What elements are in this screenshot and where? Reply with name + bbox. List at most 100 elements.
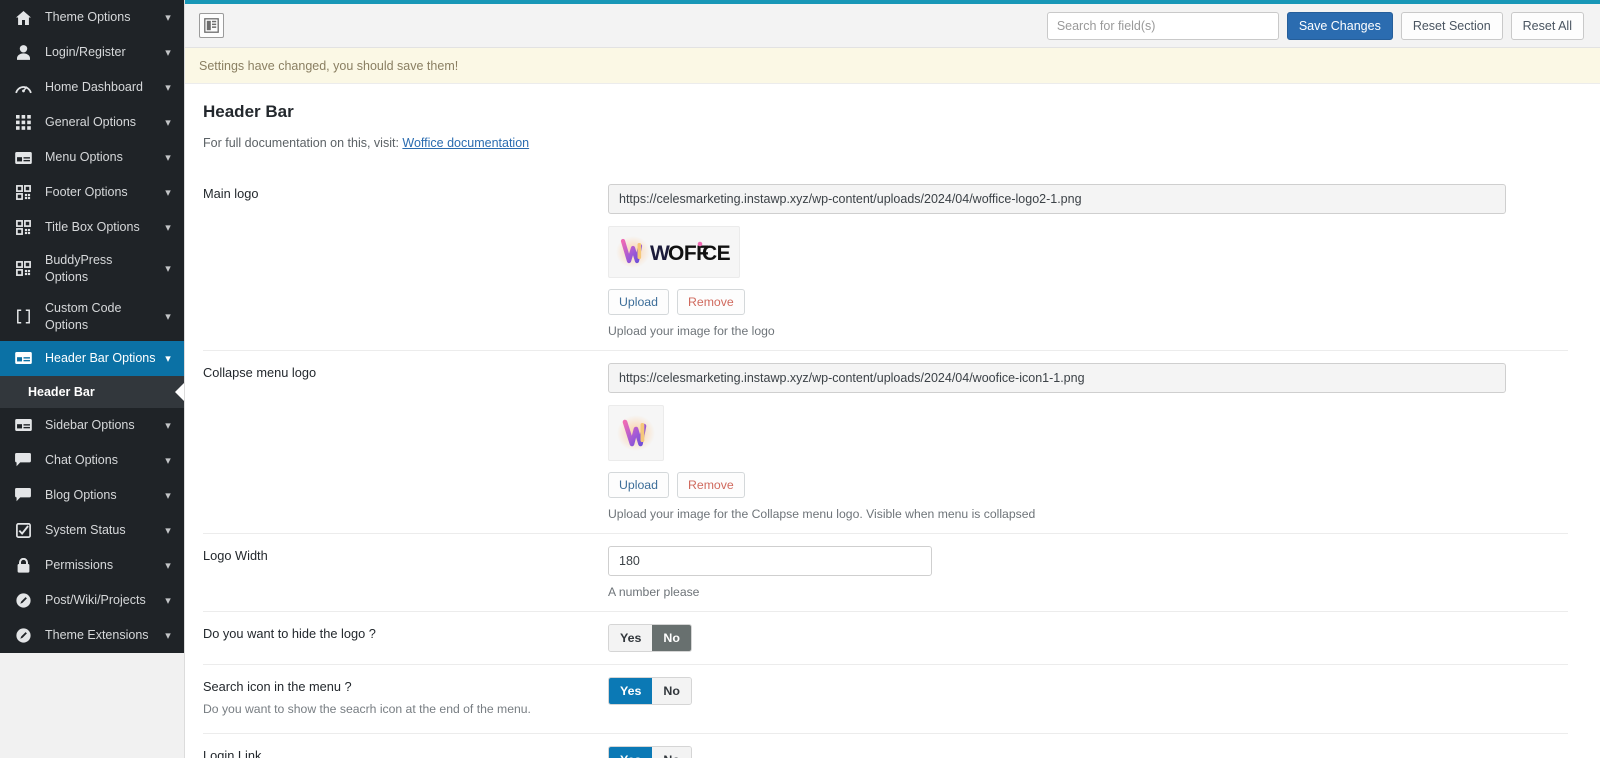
field-label-cell: Login Link If the page is accessible do … <box>203 733 608 758</box>
blocks-icon <box>14 261 32 277</box>
sidebar-item-post-wiki-projects[interactable]: Post/Wiki/Projects ▾ <box>0 583 184 618</box>
documentation-note: For full documentation on this, visit: W… <box>203 136 1568 150</box>
sidebar-item-header-bar-options[interactable]: Header Bar Options ▾ <box>0 340 184 376</box>
topbar-actions: Save Changes Reset Section Reset All <box>1046 11 1584 40</box>
chevron-down-icon[interactable]: ▾ <box>162 454 174 467</box>
login-link-toggle[interactable]: Yes No <box>608 745 692 758</box>
sidebar-subitem-label: Header Bar <box>28 384 95 399</box>
documentation-note-prefix: For full documentation on this, visit: <box>203 136 403 150</box>
sidebar-item-label: Footer Options <box>45 185 128 200</box>
sidebar-item-label: Title Box Options <box>45 220 140 235</box>
collapse-menu-logo-actions: Upload Remove <box>608 472 1568 498</box>
chevron-down-icon[interactable]: ▾ <box>162 46 174 59</box>
field-label: Logo Width <box>203 548 268 563</box>
field-control-cell: W OFF CE Upload Remove Upload your im <box>608 172 1568 351</box>
sidebar-item-home-dashboard[interactable]: Home Dashboard ▾ <box>0 70 184 105</box>
field-row-logo-width: Logo Width A number please <box>203 533 1568 612</box>
sidebar-item-menu-options[interactable]: Menu Options ▾ <box>0 140 184 175</box>
sidebar-item-label: Theme Extensions <box>45 627 149 642</box>
sidebar-item-label: Header Bar Options <box>45 350 156 365</box>
reset-section-button[interactable]: Reset Section <box>1400 11 1503 40</box>
menu-card-icon <box>14 150 32 166</box>
menu-card-icon <box>14 417 32 433</box>
chevron-down-icon[interactable]: ▾ <box>162 11 174 24</box>
chevron-down-icon[interactable]: ▾ <box>162 151 174 164</box>
reset-all-button[interactable]: Reset All <box>1510 11 1584 40</box>
hide-logo-yes-option[interactable]: Yes <box>609 625 653 651</box>
search-icon-menu-yes-option[interactable]: Yes <box>609 678 653 704</box>
field-control-cell: Yes No <box>608 733 1568 758</box>
login-link-no-option[interactable]: No <box>652 746 691 758</box>
sidebar-item-chat-options[interactable]: Chat Options ▾ <box>0 443 184 478</box>
field-label: Collapse menu logo <box>203 365 317 380</box>
sidebar-item-blog-options[interactable]: Blog Options ▾ <box>0 478 184 513</box>
chevron-down-icon[interactable]: ▾ <box>162 559 174 572</box>
save-changes-button[interactable]: Save Changes <box>1286 11 1393 40</box>
sidebar-item-label: Blog Options <box>45 487 117 502</box>
search-input[interactable] <box>1046 11 1279 40</box>
main-logo-preview: W OFF CE <box>608 226 740 278</box>
sidebar-item-login-register[interactable]: Login/Register ▾ <box>0 35 184 70</box>
sidebar-item-label: Custom Code Options <box>45 300 122 332</box>
sidebar-item-footer-options[interactable]: Footer Options ▾ <box>0 175 184 210</box>
search-icon-menu-no-option[interactable]: No <box>652 678 691 704</box>
blocks-icon <box>14 220 32 236</box>
woffice-documentation-link[interactable]: Woffice documentation <box>402 136 529 150</box>
logo-width-input[interactable] <box>608 546 932 576</box>
sidebar-item-permissions[interactable]: Permissions ▾ <box>0 548 184 583</box>
collapse-menu-logo-upload-button[interactable]: Upload <box>608 472 669 498</box>
sidebar-item-buddypress-options[interactable]: BuddyPress Options ▾ <box>0 245 184 293</box>
main-logo-upload-button[interactable]: Upload <box>608 289 669 315</box>
sidebar-item-theme-extensions[interactable]: Theme Extensions ▾ <box>0 618 184 653</box>
field-row-search-icon-menu: Search icon in the menu ? Do you want to… <box>203 664 1568 734</box>
field-row-hide-logo: Do you want to hide the logo ? Yes No <box>203 611 1568 665</box>
woffice-logo-image: W OFF CE <box>616 236 731 268</box>
sidebar-item-sidebar-options[interactable]: Sidebar Options ▾ <box>0 408 184 443</box>
sidebar-item-theme-options[interactable]: Theme Options ▾ <box>0 0 184 35</box>
main-logo-url-input[interactable] <box>608 184 1506 214</box>
chevron-down-icon[interactable]: ▾ <box>162 310 174 323</box>
chevron-down-icon[interactable]: ▾ <box>162 262 174 275</box>
chat-icon <box>14 487 32 503</box>
sidebar-item-custom-code-options[interactable]: Custom Code Options ▾ <box>0 293 184 341</box>
collapse-menu-logo-preview <box>608 405 664 461</box>
field-label: Login Link <box>203 747 262 758</box>
main-logo-help-text: Upload your image for the logo <box>608 324 775 338</box>
sidebar-item-system-status[interactable]: System Status ▾ <box>0 513 184 548</box>
options-sidebar: Theme Options ▾ Login/Register ▾ Home Da… <box>0 0 184 758</box>
chevron-down-icon[interactable]: ▾ <box>162 221 174 234</box>
chevron-down-icon[interactable]: ▾ <box>162 594 174 607</box>
collapse-menu-logo-remove-button[interactable]: Remove <box>676 472 745 498</box>
grid-icon <box>14 115 32 131</box>
chevron-down-icon[interactable]: ▾ <box>162 81 174 94</box>
search-icon-menu-toggle[interactable]: Yes No <box>608 677 692 705</box>
sidebar-item-title-box-options[interactable]: Title Box Options ▾ <box>0 210 184 245</box>
pencil-circle-icon <box>14 627 32 643</box>
lock-icon <box>14 557 32 573</box>
chevron-down-icon[interactable]: ▾ <box>162 186 174 199</box>
chevron-down-icon[interactable]: ▾ <box>162 352 174 365</box>
notice-text: Settings have changed, you should save t… <box>199 58 459 73</box>
collapse-menu-logo-url-input[interactable] <box>608 363 1506 393</box>
chevron-down-icon[interactable]: ▾ <box>162 419 174 432</box>
arrow-right-icon <box>175 382 184 401</box>
login-link-yes-option[interactable]: Yes <box>609 746 653 758</box>
sidebar-item-general-options[interactable]: General Options ▾ <box>0 105 184 140</box>
options-main-panel: Save Changes Reset Section Reset All Set… <box>184 0 1600 758</box>
field-control-cell: Yes No <box>608 665 1568 734</box>
layout-toggle-icon[interactable] <box>199 13 224 38</box>
chevron-down-icon[interactable]: ▾ <box>162 524 174 537</box>
chevron-down-icon[interactable]: ▾ <box>162 629 174 642</box>
hide-logo-toggle[interactable]: Yes No <box>608 624 692 652</box>
chevron-down-icon[interactable]: ▾ <box>162 489 174 502</box>
woffice-icon-image <box>617 415 655 451</box>
main-logo-remove-button[interactable]: Remove <box>676 289 745 315</box>
sidebar-subitem-header-bar[interactable]: Header Bar <box>0 375 184 408</box>
theme-options-page: Theme Options ▾ Login/Register ▾ Home Da… <box>0 0 1600 758</box>
checklist-icon <box>14 522 32 538</box>
chat-icon <box>14 452 32 468</box>
field-label-cell: Logo Width <box>203 534 608 612</box>
chevron-down-icon[interactable]: ▾ <box>162 116 174 129</box>
hide-logo-no-option[interactable]: No <box>652 625 691 651</box>
sidebar-item-label: Sidebar Options <box>45 417 135 432</box>
